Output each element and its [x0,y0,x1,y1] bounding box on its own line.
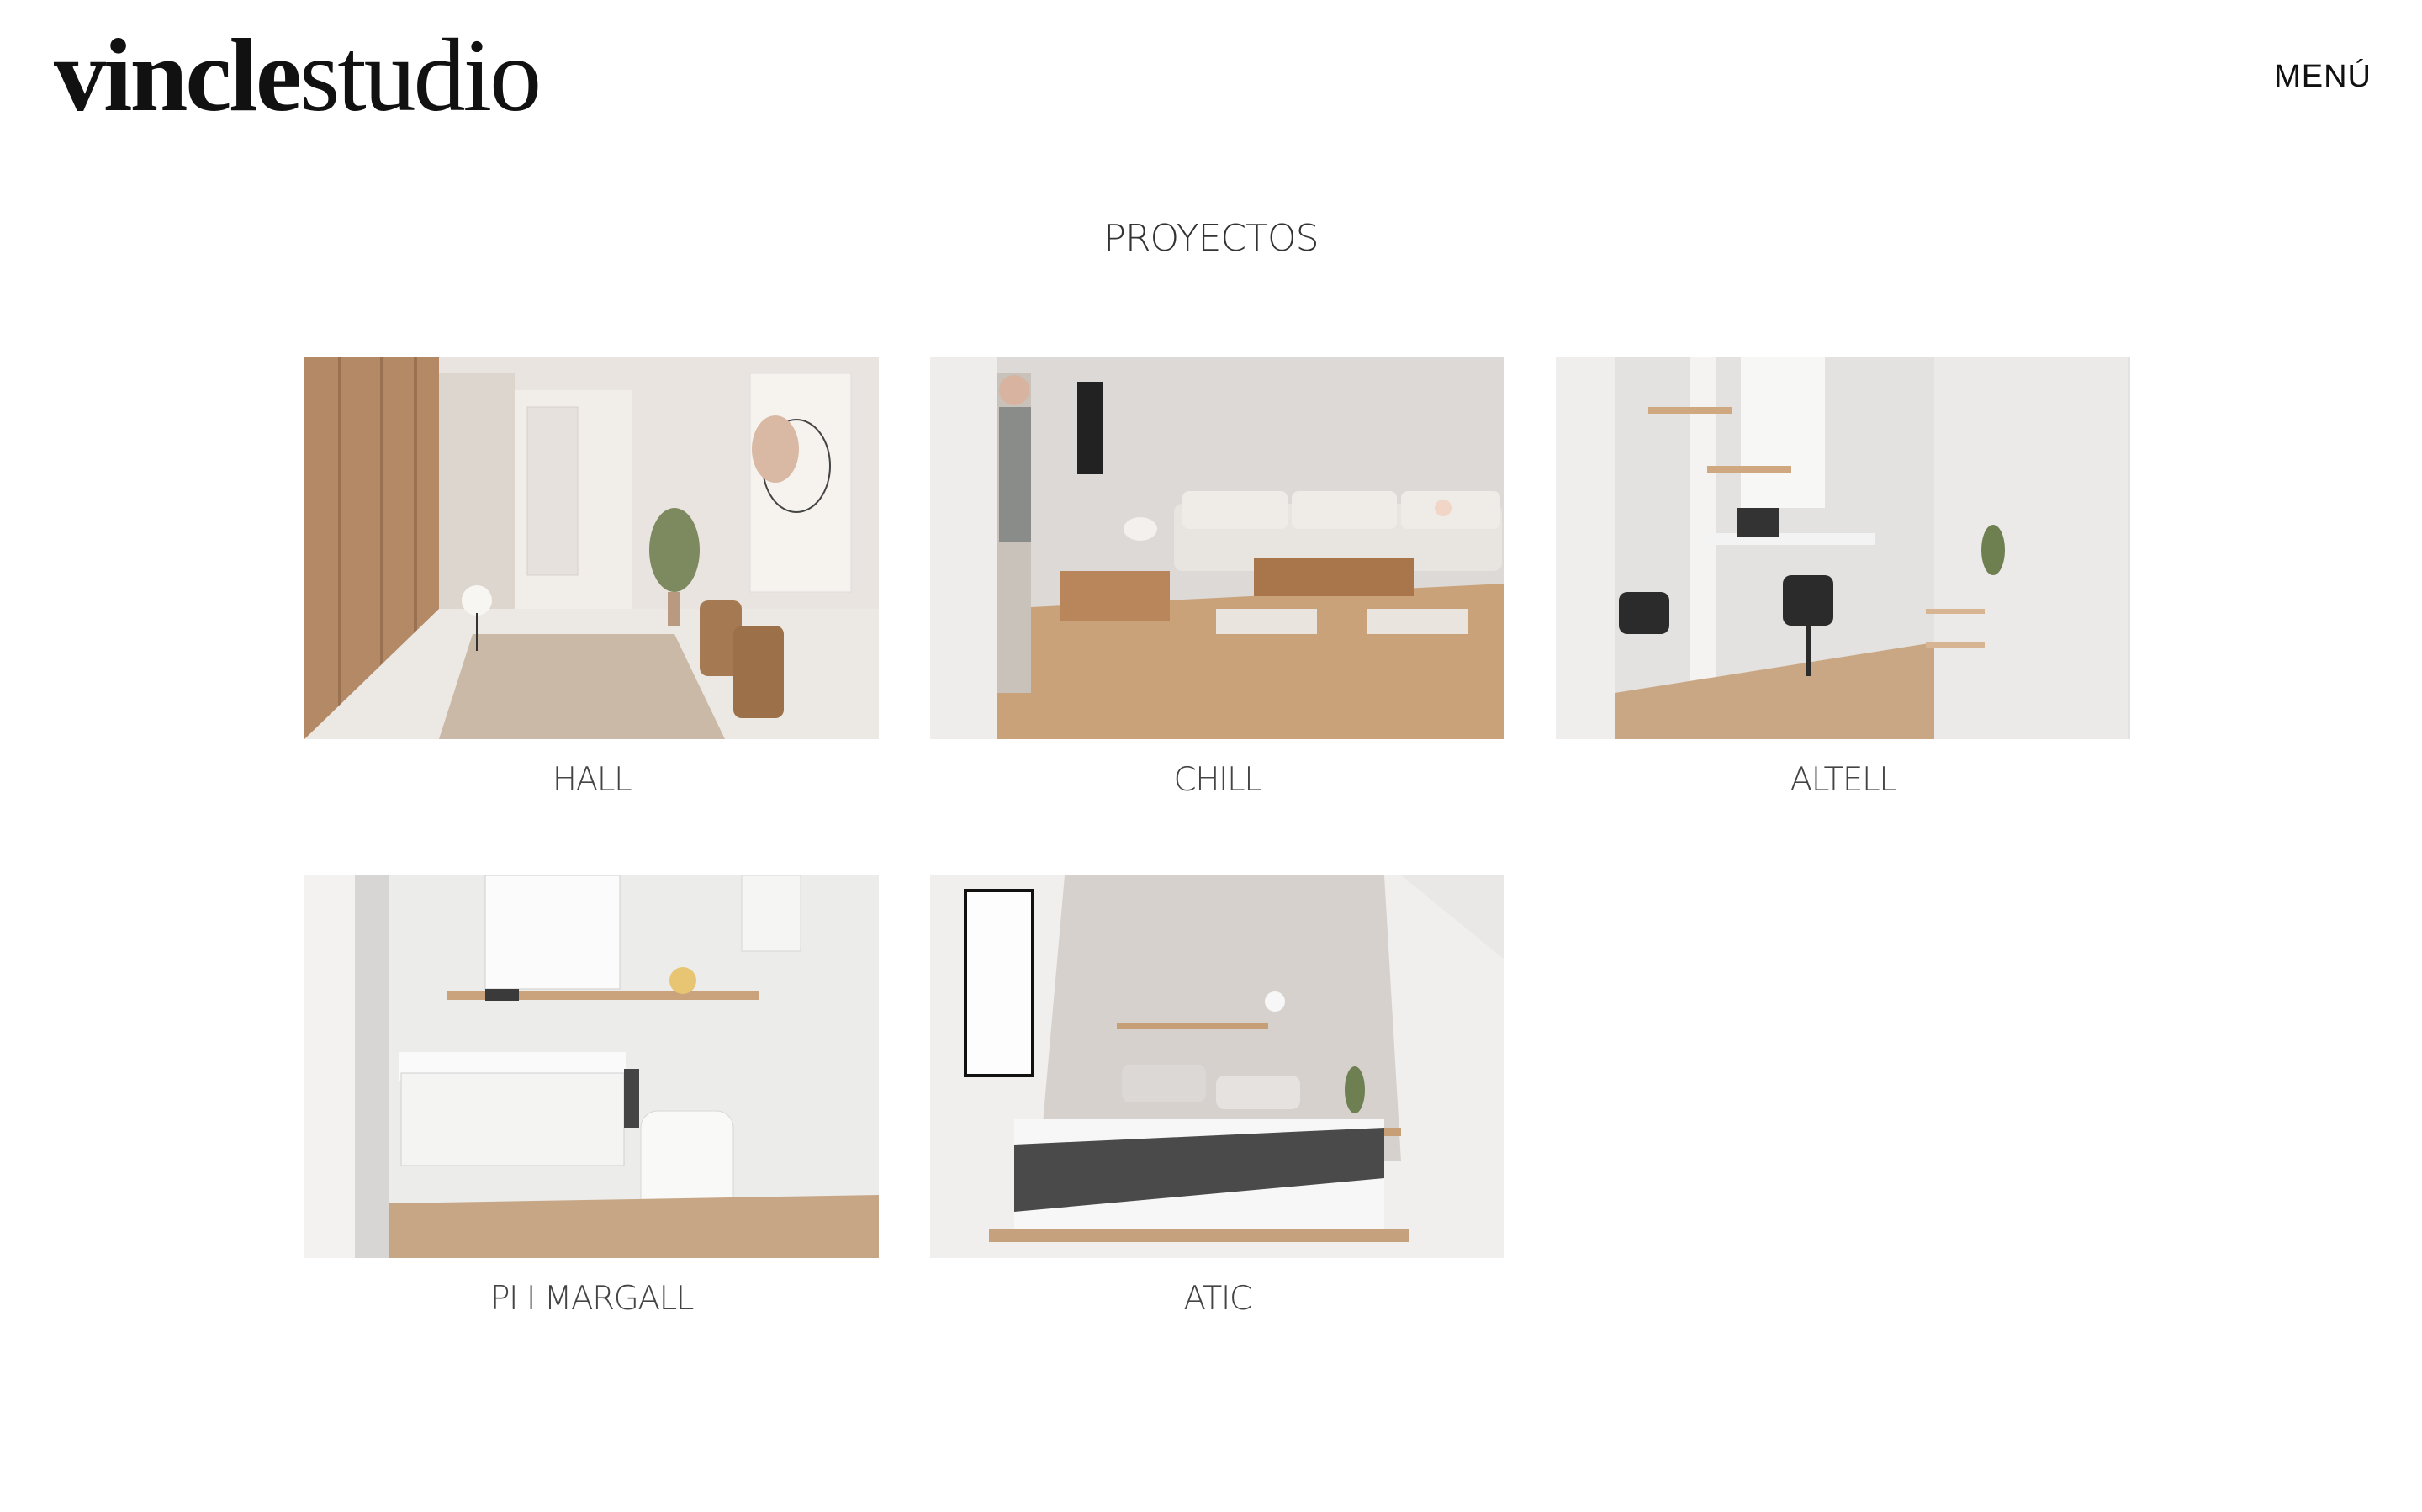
project-card-chill[interactable]: CHILL [930,357,1504,799]
project-image-chill[interactable] [930,357,1504,739]
project-image-hall[interactable] [304,357,879,739]
page-title: PROYECTOS [1103,217,1319,260]
project-image-atic[interactable] [930,875,1504,1258]
project-card-pi-i-margall[interactable]: PI I MARGALL [304,875,879,1318]
project-card-altell[interactable]: ALTELL [1556,357,2130,799]
project-card-atic[interactable]: ATIC [930,875,1504,1318]
project-label-altell[interactable]: ALTELL [1556,761,2130,799]
project-label-atic[interactable]: ATIC [930,1280,1504,1318]
project-image-pi-i-margall[interactable] [304,875,879,1258]
logo-light-text: studio [299,18,542,133]
site-logo[interactable]: vinclestudio [54,17,542,135]
project-card-hall[interactable]: HALL [304,357,879,799]
project-image-altell[interactable] [1556,357,2130,739]
logo-bold-text: vincle [54,18,302,133]
site-header: vinclestudio MENÚ [0,0,2422,151]
project-label-hall[interactable]: HALL [304,761,879,799]
project-label-chill[interactable]: CHILL [930,761,1504,799]
menu-button[interactable]: MENÚ [2274,59,2372,95]
project-label-pi-i-margall[interactable]: PI I MARGALL [304,1280,879,1318]
